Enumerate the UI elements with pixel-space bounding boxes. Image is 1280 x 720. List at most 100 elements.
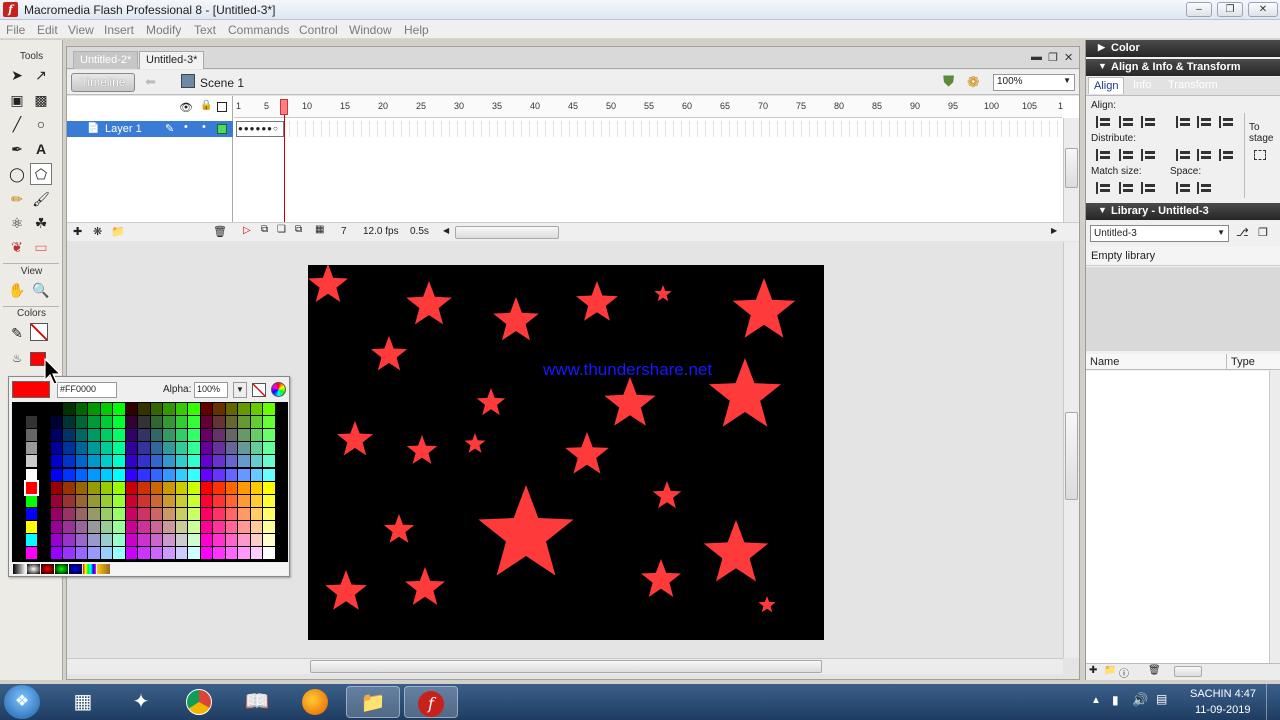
distribute-bottom-icon[interactable] — [1141, 149, 1157, 161]
palette-swatch[interactable] — [113, 481, 125, 494]
edit-multiple-frames-icon[interactable]: ⧉ — [295, 224, 302, 235]
palette-swatch[interactable] — [188, 507, 200, 520]
space-horizontal-icon[interactable] — [1197, 182, 1213, 194]
palette-swatch[interactable] — [50, 429, 62, 442]
palette-swatch[interactable] — [188, 534, 200, 547]
properties-icon[interactable]: ⓘ — [1119, 665, 1129, 680]
star-shape[interactable] — [602, 376, 658, 432]
distribute-v-center-icon[interactable] — [1119, 149, 1135, 161]
fill-transform-tool-icon[interactable]: ▩ — [30, 89, 52, 111]
palette-swatch[interactable] — [175, 494, 187, 507]
palette-swatch[interactable] — [175, 442, 187, 455]
palette-swatch[interactable] — [113, 507, 125, 520]
palette-swatch[interactable] — [23, 479, 39, 496]
edit-symbols-icon[interactable]: ❁ — [967, 73, 980, 91]
palette-swatch[interactable] — [13, 520, 25, 533]
palette-swatch[interactable] — [138, 507, 150, 520]
palette-swatch[interactable] — [163, 416, 175, 429]
palette-swatch[interactable] — [88, 507, 100, 520]
delete-icon[interactable]: 🗑 — [1148, 665, 1161, 676]
layer-name[interactable]: Layer 1 — [105, 123, 142, 135]
zoom-select[interactable]: 100% ▼ — [993, 74, 1075, 91]
palette-swatch[interactable] — [13, 403, 25, 416]
selection-tool-icon[interactable]: ➤ — [6, 64, 28, 86]
palette-swatch[interactable] — [138, 534, 150, 547]
palette-swatch[interactable] — [213, 468, 225, 481]
star-shape[interactable] — [653, 284, 673, 304]
firefox-app-icon[interactable] — [288, 686, 342, 718]
tray-arrow-icon[interactable]: ▲ — [1091, 695, 1101, 706]
palette-swatch[interactable] — [125, 534, 137, 547]
palette-swatch[interactable] — [213, 520, 225, 533]
palette-swatch[interactable] — [125, 442, 137, 455]
palette-swatch[interactable] — [263, 520, 275, 533]
palette-swatch[interactable] — [250, 520, 262, 533]
palette-swatch[interactable] — [75, 520, 87, 533]
palette-swatch[interactable] — [213, 481, 225, 494]
palette-swatch[interactable] — [88, 468, 100, 481]
gradient-swatch[interactable] — [41, 564, 54, 574]
palette-swatch[interactable] — [263, 481, 275, 494]
stage-vscroll-thumb[interactable] — [1065, 412, 1078, 500]
palette-swatch[interactable] — [150, 442, 162, 455]
library-select[interactable]: Untitled-3 ▼ — [1090, 225, 1229, 242]
menu-control[interactable]: Control — [299, 23, 338, 37]
timeline-toggle-button[interactable]: Timeline — [71, 73, 135, 92]
brush-tool-icon[interactable]: 🖌 — [30, 188, 52, 210]
gradient-swatch[interactable] — [27, 564, 40, 574]
match-width-icon[interactable] — [1096, 182, 1112, 194]
palette-swatch[interactable] — [213, 429, 225, 442]
palette-swatch[interactable] — [113, 468, 125, 481]
palette-swatch[interactable] — [200, 416, 212, 429]
palette-swatch[interactable] — [38, 494, 50, 507]
align-v-center-icon[interactable] — [1197, 116, 1213, 128]
edit-scene-icon[interactable]: ⛊ — [943, 73, 954, 90]
palette-swatch[interactable] — [25, 442, 37, 455]
palette-swatch[interactable] — [25, 455, 37, 468]
menu-view[interactable]: View — [68, 23, 94, 37]
palette-swatch[interactable] — [88, 494, 100, 507]
restore-button[interactable]: ❐ — [1217, 2, 1243, 17]
palette-swatch[interactable] — [225, 403, 237, 416]
star-shape[interactable] — [403, 566, 447, 610]
palette-swatch[interactable] — [88, 534, 100, 547]
palette-swatch[interactable] — [100, 455, 112, 468]
palette-swatch[interactable] — [88, 429, 100, 442]
volume-icon[interactable]: 🔊 — [1132, 692, 1148, 708]
palette-swatch[interactable] — [188, 429, 200, 442]
palette-swatch[interactable] — [38, 520, 50, 533]
insert-layer-icon[interactable]: ✚ — [73, 225, 82, 238]
scroll-left-icon[interactable]: ◀ — [443, 226, 449, 235]
palette-swatch[interactable] — [200, 534, 212, 547]
palette-swatch[interactable] — [225, 507, 237, 520]
alpha-dropdown-icon[interactable]: ▼ — [233, 382, 247, 398]
palette-swatch[interactable] — [13, 534, 25, 547]
palette-swatch[interactable] — [200, 403, 212, 416]
palette-swatch[interactable] — [38, 547, 50, 560]
palette-swatch[interactable] — [200, 507, 212, 520]
palette-swatch[interactable] — [13, 442, 25, 455]
palette-swatch[interactable] — [75, 442, 87, 455]
palette-swatch[interactable] — [163, 481, 175, 494]
column-type[interactable]: Type — [1231, 356, 1255, 368]
column-name[interactable]: Name — [1090, 356, 1119, 368]
match-both-icon[interactable] — [1141, 182, 1157, 194]
menu-window[interactable]: Window — [349, 23, 392, 37]
lock-icon[interactable]: 🔒 — [200, 100, 212, 111]
palette-swatch[interactable] — [13, 547, 25, 560]
palette-swatch[interactable] — [63, 455, 75, 468]
palette-swatch[interactable] — [38, 468, 50, 481]
star-shape[interactable] — [323, 569, 369, 615]
palette-swatch[interactable] — [125, 429, 137, 442]
palette-swatch[interactable] — [113, 403, 125, 416]
gradient-swatch[interactable] — [83, 564, 96, 574]
new-symbol-icon[interactable]: ✚ — [1089, 665, 1097, 676]
timeline-hscroll-thumb[interactable] — [455, 226, 559, 239]
doc-close-icon[interactable]: ✕ — [1064, 51, 1073, 64]
palette-swatch[interactable] — [150, 494, 162, 507]
palette-swatch[interactable] — [150, 403, 162, 416]
palette-swatch[interactable] — [225, 534, 237, 547]
palette-swatch[interactable] — [200, 468, 212, 481]
stroke-color-icon[interactable]: ✎ — [6, 322, 28, 344]
distribute-h-center-icon[interactable] — [1197, 149, 1213, 161]
